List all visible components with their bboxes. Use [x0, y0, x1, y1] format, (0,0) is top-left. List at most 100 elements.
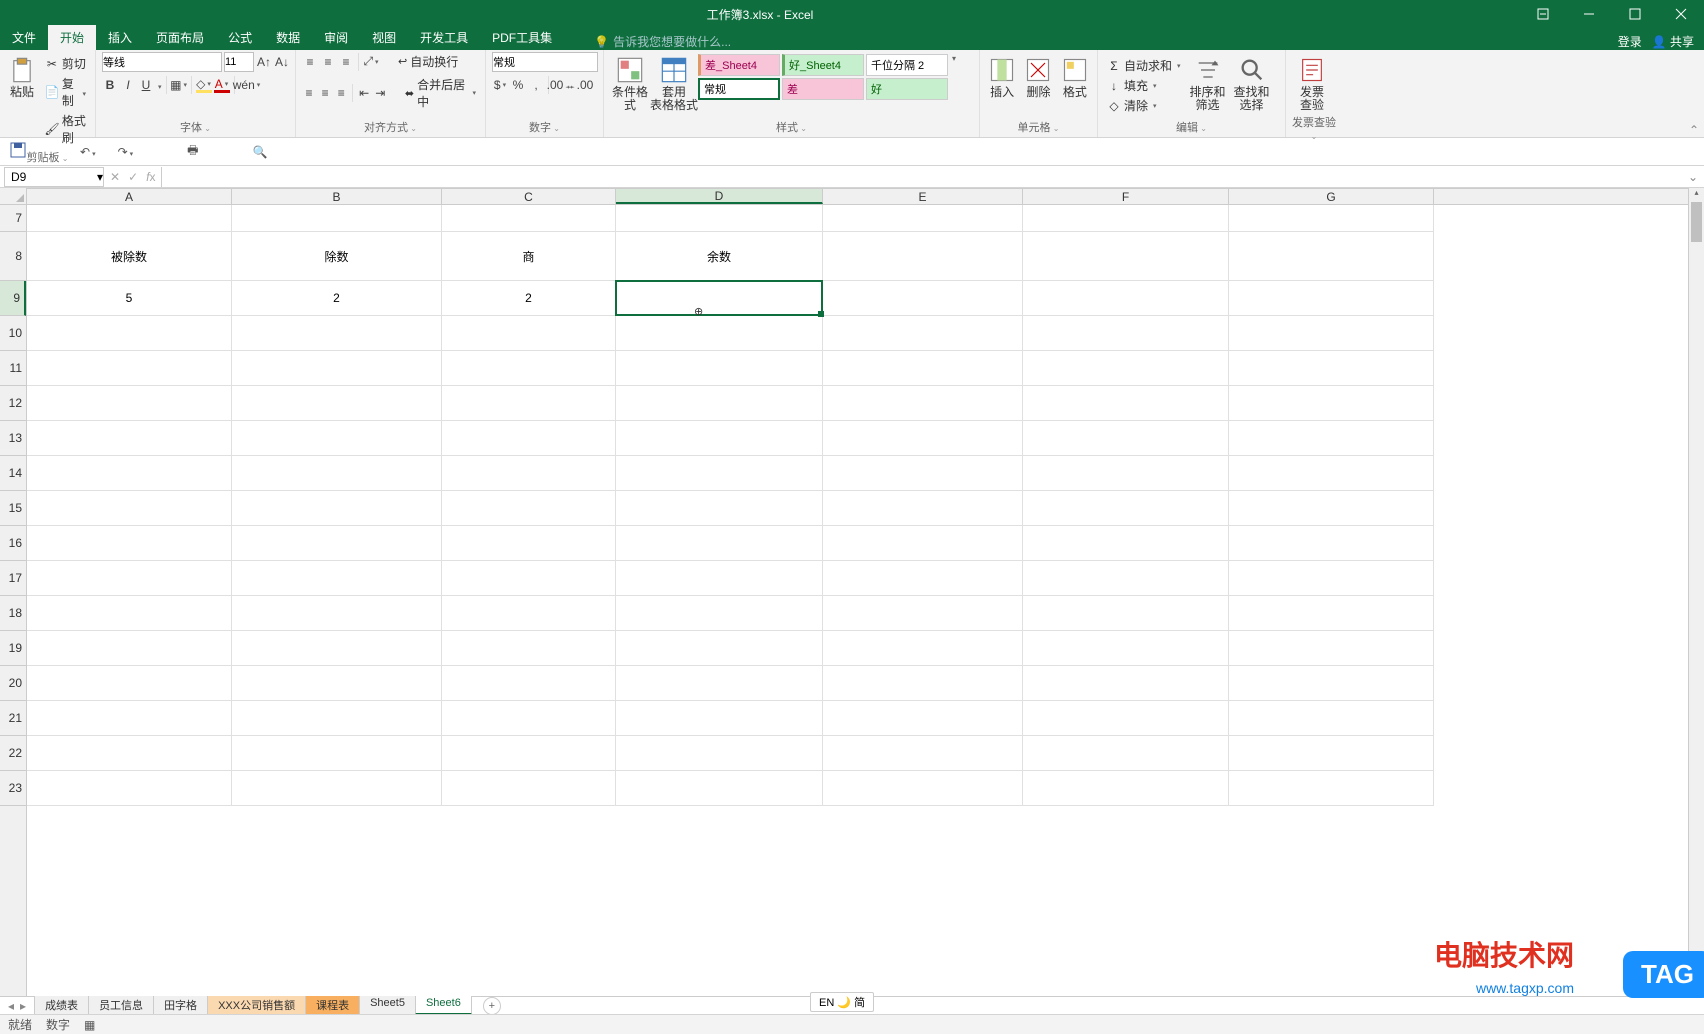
- align-left-icon[interactable]: ≡: [302, 85, 316, 101]
- increase-indent-icon[interactable]: ⇥: [373, 85, 387, 101]
- row-header-7[interactable]: 7: [0, 205, 26, 232]
- style-good[interactable]: 好: [866, 78, 948, 100]
- col-header-E[interactable]: E: [823, 189, 1023, 204]
- underline-icon[interactable]: U: [138, 77, 154, 93]
- cell-G9[interactable]: [1229, 281, 1434, 316]
- row-header-21[interactable]: 21: [0, 701, 26, 736]
- cell-A7[interactable]: [27, 205, 232, 232]
- cell-G20[interactable]: [1229, 666, 1434, 701]
- cell-D14[interactable]: [616, 456, 823, 491]
- ime-indicator[interactable]: EN 🌙 简: [810, 992, 874, 1012]
- cell-A10[interactable]: [27, 316, 232, 351]
- cell-F9[interactable]: [1023, 281, 1229, 316]
- cell-E17[interactable]: [823, 561, 1023, 596]
- cell-G21[interactable]: [1229, 701, 1434, 736]
- cell-D19[interactable]: [616, 631, 823, 666]
- style-good-sheet4[interactable]: 好_Sheet4: [782, 54, 864, 76]
- col-header-C[interactable]: C: [442, 189, 616, 204]
- bold-icon[interactable]: B: [102, 77, 118, 93]
- cell-A8[interactable]: 被除数: [27, 232, 232, 281]
- cell-B19[interactable]: [232, 631, 442, 666]
- cell-C17[interactable]: [442, 561, 616, 596]
- sheet-tab-成绩表[interactable]: 成绩表: [34, 996, 89, 1015]
- cell-C8[interactable]: 商: [442, 232, 616, 281]
- row-header-16[interactable]: 16: [0, 526, 26, 561]
- find-select-button[interactable]: 查找和选择: [1232, 52, 1272, 112]
- maximize-icon[interactable]: [1612, 0, 1658, 28]
- cell-A17[interactable]: [27, 561, 232, 596]
- fill-color-icon[interactable]: ◇: [196, 77, 212, 93]
- cell-C18[interactable]: [442, 596, 616, 631]
- print-icon[interactable]: 🖶: [187, 141, 198, 162]
- align-middle-icon[interactable]: ≡: [320, 54, 336, 70]
- cell-D7[interactable]: [616, 205, 823, 232]
- cell-A9[interactable]: 5: [27, 281, 232, 316]
- cell-B14[interactable]: [232, 456, 442, 491]
- cell-D22[interactable]: [616, 736, 823, 771]
- cell-C14[interactable]: [442, 456, 616, 491]
- sheet-tab-Sheet5[interactable]: Sheet5: [359, 996, 416, 1015]
- cell-B18[interactable]: [232, 596, 442, 631]
- cell-C15[interactable]: [442, 491, 616, 526]
- sheet-tab-课程表[interactable]: 课程表: [305, 996, 360, 1015]
- percent-icon[interactable]: %: [510, 77, 526, 93]
- sheet-tab-员工信息[interactable]: 员工信息: [88, 996, 154, 1015]
- cell-E11[interactable]: [823, 351, 1023, 386]
- sheet-tab-Sheet6[interactable]: Sheet6: [415, 996, 472, 1015]
- currency-icon[interactable]: $: [492, 77, 508, 93]
- cell-E9[interactable]: [823, 281, 1023, 316]
- increase-font-icon[interactable]: A↑: [256, 54, 272, 70]
- cell-F19[interactable]: [1023, 631, 1229, 666]
- cell-B7[interactable]: [232, 205, 442, 232]
- cell-F18[interactable]: [1023, 596, 1229, 631]
- cell-G23[interactable]: [1229, 771, 1434, 806]
- cell-A15[interactable]: [27, 491, 232, 526]
- row-header-22[interactable]: 22: [0, 736, 26, 771]
- clear-button[interactable]: ◇清除: [1104, 96, 1184, 115]
- cell-F13[interactable]: [1023, 421, 1229, 456]
- cell-B15[interactable]: [232, 491, 442, 526]
- cell-B13[interactable]: [232, 421, 442, 456]
- cell-D11[interactable]: [616, 351, 823, 386]
- confirm-formula-icon[interactable]: ✓: [128, 170, 138, 184]
- cell-G16[interactable]: [1229, 526, 1434, 561]
- cell-E13[interactable]: [823, 421, 1023, 456]
- font-color-icon[interactable]: A: [214, 77, 230, 93]
- macro-record-icon[interactable]: ▦: [84, 1018, 95, 1032]
- cell-D12[interactable]: [616, 386, 823, 421]
- tab-PDF工具集[interactable]: PDF工具集: [480, 25, 564, 50]
- sheet-tab-XXX公司销售额[interactable]: XXX公司销售额: [207, 996, 306, 1015]
- cell-B21[interactable]: [232, 701, 442, 736]
- fill-button[interactable]: ↓填充: [1104, 76, 1184, 95]
- decrease-indent-icon[interactable]: ⇤: [357, 85, 371, 101]
- styles-more-icon[interactable]: ▾: [952, 54, 956, 63]
- tab-视图[interactable]: 视图: [360, 25, 408, 50]
- row-header-12[interactable]: 12: [0, 386, 26, 421]
- col-header-D[interactable]: D: [616, 189, 823, 204]
- scrollbar-thumb[interactable]: [1691, 202, 1702, 242]
- cell-G12[interactable]: [1229, 386, 1434, 421]
- name-box[interactable]: D9▾: [4, 167, 104, 187]
- row-header-20[interactable]: 20: [0, 666, 26, 701]
- cell-D9[interactable]: [616, 281, 823, 316]
- redo-icon[interactable]: ↷: [118, 145, 134, 159]
- tell-me-hint[interactable]: 💡 告诉我您想要做什么...: [594, 33, 731, 50]
- cell-F22[interactable]: [1023, 736, 1229, 771]
- preview-icon[interactable]: 🔍: [252, 145, 267, 159]
- row-header-17[interactable]: 17: [0, 561, 26, 596]
- wrap-text-button[interactable]: ↩ 自动换行: [395, 52, 461, 71]
- row-header-15[interactable]: 15: [0, 491, 26, 526]
- cell-E20[interactable]: [823, 666, 1023, 701]
- cell-D21[interactable]: [616, 701, 823, 736]
- expand-formula-icon[interactable]: ⌄: [1682, 170, 1704, 184]
- paste-button[interactable]: 粘贴: [6, 52, 38, 99]
- cell-C16[interactable]: [442, 526, 616, 561]
- cell-D10[interactable]: [616, 316, 823, 351]
- cell-C21[interactable]: [442, 701, 616, 736]
- cells-grid[interactable]: 被除数除数商余数522⊕: [27, 205, 1688, 996]
- insert-cells-button[interactable]: 插入: [986, 52, 1018, 99]
- style-normal[interactable]: 常规: [698, 78, 780, 100]
- decrease-font-icon[interactable]: A↓: [274, 54, 290, 70]
- merge-center-button[interactable]: ⬌ 合并后居中: [402, 75, 479, 111]
- orientation-icon[interactable]: ⤢: [363, 54, 379, 70]
